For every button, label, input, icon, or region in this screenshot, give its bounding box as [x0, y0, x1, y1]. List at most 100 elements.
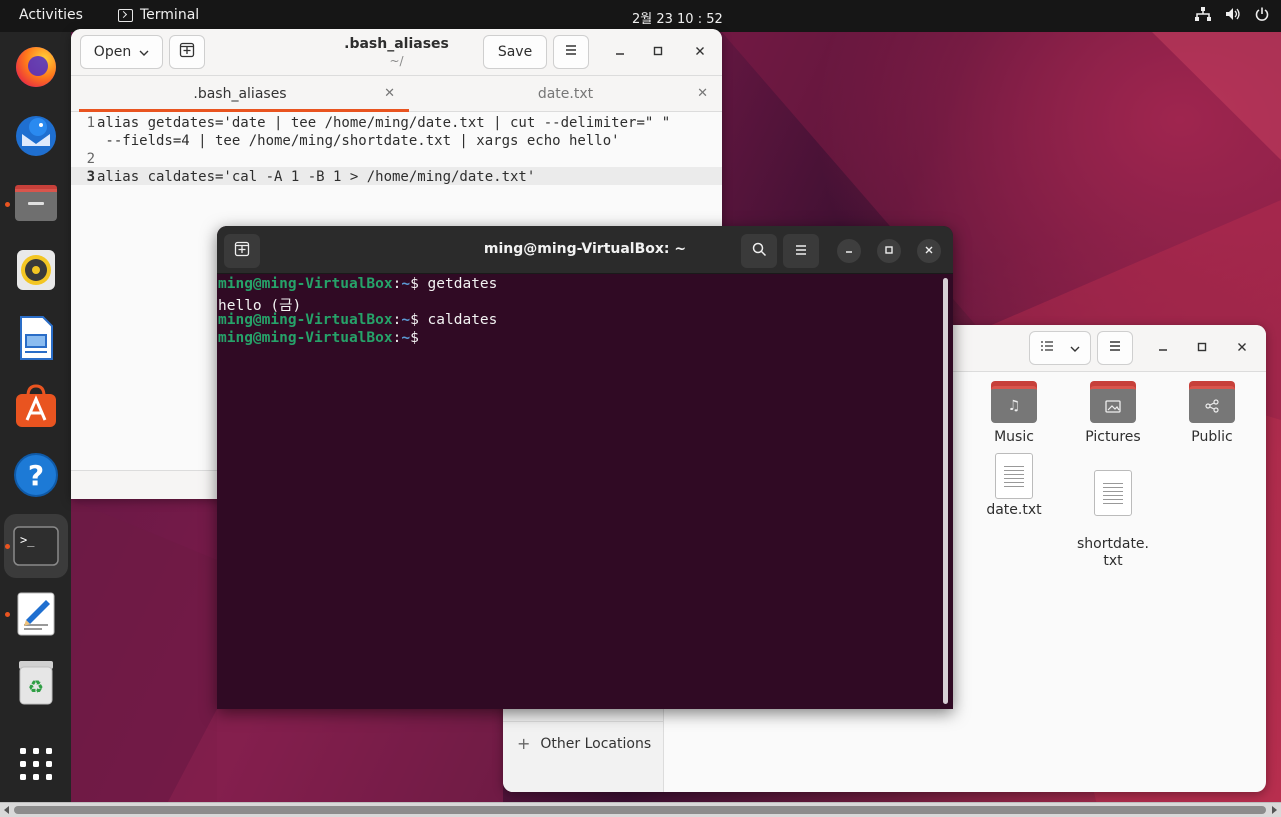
text-file-icon — [1094, 470, 1132, 516]
maximize-icon — [653, 44, 663, 60]
search-button[interactable] — [741, 234, 777, 268]
firefox-icon[interactable] — [12, 42, 60, 90]
files-icon[interactable] — [12, 178, 60, 226]
scroll-right-icon[interactable] — [1272, 806, 1277, 814]
close-icon — [695, 44, 705, 60]
writer-icon[interactable] — [12, 314, 60, 362]
search-icon — [752, 242, 767, 261]
prompt-path: ~ — [401, 330, 411, 346]
line-number: 1 — [86, 115, 95, 131]
power-icon[interactable] — [1255, 7, 1269, 25]
hamburger-icon — [794, 242, 808, 260]
terminal-output[interactable]: ming@ming-VirtualBox:~$ getdates hello (… — [217, 275, 953, 709]
close-button[interactable] — [688, 40, 712, 64]
close-icon — [924, 244, 934, 258]
hamburger-icon — [1108, 340, 1122, 356]
item-label: Public — [1191, 429, 1233, 445]
hamburger-icon — [564, 44, 578, 60]
main-menu-button[interactable] — [553, 35, 589, 69]
scroll-left-icon[interactable] — [4, 806, 9, 814]
app-center-icon[interactable] — [12, 382, 60, 430]
music-note-icon: ♫ — [991, 386, 1037, 423]
editor-tabs: .bash_aliases ✕ date.txt ✕ — [71, 76, 722, 112]
file-shortdate-txt[interactable]: shortdate. txt — [1063, 453, 1163, 587]
file-date-txt[interactable]: date.txt — [964, 453, 1064, 518]
terminal-running-indicator — [5, 544, 10, 549]
text-editor-icon[interactable] — [12, 590, 60, 638]
minimize-icon — [844, 244, 854, 258]
text-file-icon — [995, 453, 1033, 499]
scrollbar-thumb[interactable] — [14, 806, 1266, 814]
svg-text:♻: ♻ — [28, 677, 44, 698]
folder-icon: ♫ — [991, 381, 1037, 423]
trash-icon[interactable]: ♻ — [12, 658, 60, 706]
close-tab-icon[interactable]: ✕ — [384, 86, 395, 101]
system-tray[interactable] — [1195, 7, 1269, 25]
prompt-path: ~ — [401, 276, 411, 292]
tab-bash-aliases[interactable]: .bash_aliases ✕ — [71, 76, 409, 112]
minimize-button[interactable] — [1151, 336, 1175, 360]
rhythmbox-icon[interactable] — [12, 246, 60, 294]
close-icon — [1237, 340, 1247, 356]
minimize-button[interactable] — [608, 40, 632, 64]
chevron-down-icon — [1070, 340, 1080, 356]
command-text: getdates — [427, 276, 498, 292]
item-label: Pictures — [1085, 429, 1141, 445]
command-text: caldates — [427, 312, 498, 328]
terminal-dock-icon[interactable]: >_ — [12, 522, 60, 570]
files-running-indicator — [5, 202, 10, 207]
folder-pictures[interactable]: Pictures — [1063, 381, 1163, 445]
save-button-label: Save — [497, 44, 533, 60]
horizontal-scrollbar[interactable] — [0, 802, 1281, 817]
code-line: --fields=4 | tee /home/ming/shortdate.tx… — [97, 133, 620, 149]
network-icon[interactable] — [1195, 7, 1211, 25]
item-label: Music — [994, 429, 1034, 445]
text-editor-running-indicator — [5, 612, 10, 617]
activities-button[interactable]: Activities — [19, 7, 83, 23]
prompt-user: ming@ming-VirtualBox — [218, 312, 393, 328]
svg-text:?: ? — [28, 459, 44, 492]
terminal-window: ming@ming-VirtualBox: ~ ming@ming-Virtua… — [217, 226, 953, 709]
maximize-button[interactable] — [877, 239, 901, 263]
folder-icon — [1090, 381, 1136, 423]
terminal-headerbar: ming@ming-VirtualBox: ~ — [217, 226, 953, 274]
files-menu-button[interactable] — [1097, 331, 1133, 365]
tab-label: .bash_aliases — [193, 86, 287, 102]
save-button[interactable]: Save — [483, 35, 547, 69]
sidebar-item-other-locations[interactable]: + Other Locations — [517, 734, 651, 753]
folder-music[interactable]: ♫ Music — [964, 381, 1064, 445]
show-apps-icon[interactable] — [12, 740, 60, 788]
help-icon[interactable]: ? — [12, 450, 60, 498]
maximize-button[interactable] — [1190, 336, 1214, 360]
app-menu-label: Terminal — [140, 7, 200, 23]
prompt-path: ~ — [401, 312, 411, 328]
text-editor-headerbar: Open .bash_aliases ~/ Save — [71, 29, 722, 76]
sidebar-item-label: Other Locations — [540, 735, 652, 752]
minimize-icon — [615, 44, 625, 60]
line-number: 2 — [86, 151, 95, 167]
terminal-scrollbar[interactable] — [943, 278, 948, 704]
volume-icon[interactable] — [1225, 7, 1241, 25]
prompt-user: ming@ming-VirtualBox — [218, 276, 393, 292]
close-tab-icon[interactable]: ✕ — [697, 86, 708, 101]
app-menu[interactable]: Terminal — [118, 7, 199, 23]
item-label: date.txt — [986, 502, 1042, 518]
terminal-menu-button[interactable] — [783, 234, 819, 268]
tab-date-txt[interactable]: date.txt ✕ — [409, 76, 722, 112]
terminal-icon — [118, 8, 133, 22]
maximize-button[interactable] — [646, 40, 670, 64]
view-options-button[interactable] — [1029, 331, 1091, 365]
close-button[interactable] — [917, 239, 941, 263]
clock[interactable]: 2월 23 10 : 52 — [632, 8, 723, 27]
folder-public[interactable]: Public — [1162, 381, 1262, 445]
tab-label: date.txt — [537, 86, 594, 102]
thunderbird-icon[interactable] — [12, 110, 60, 158]
terminal-line: ming@ming-VirtualBox:~$ getdates — [218, 276, 498, 292]
terminal-line: ming@ming-VirtualBox:~$ — [218, 330, 428, 346]
close-button[interactable] — [1230, 336, 1254, 360]
minimize-button[interactable] — [837, 239, 861, 263]
code-line: alias getdates='date | tee /home/ming/da… — [97, 115, 671, 131]
top-bar: Activities Terminal 2월 23 10 : 52 — [0, 0, 1281, 32]
maximize-icon — [1197, 340, 1207, 356]
terminal-line: ming@ming-VirtualBox:~$ caldates — [218, 312, 498, 328]
